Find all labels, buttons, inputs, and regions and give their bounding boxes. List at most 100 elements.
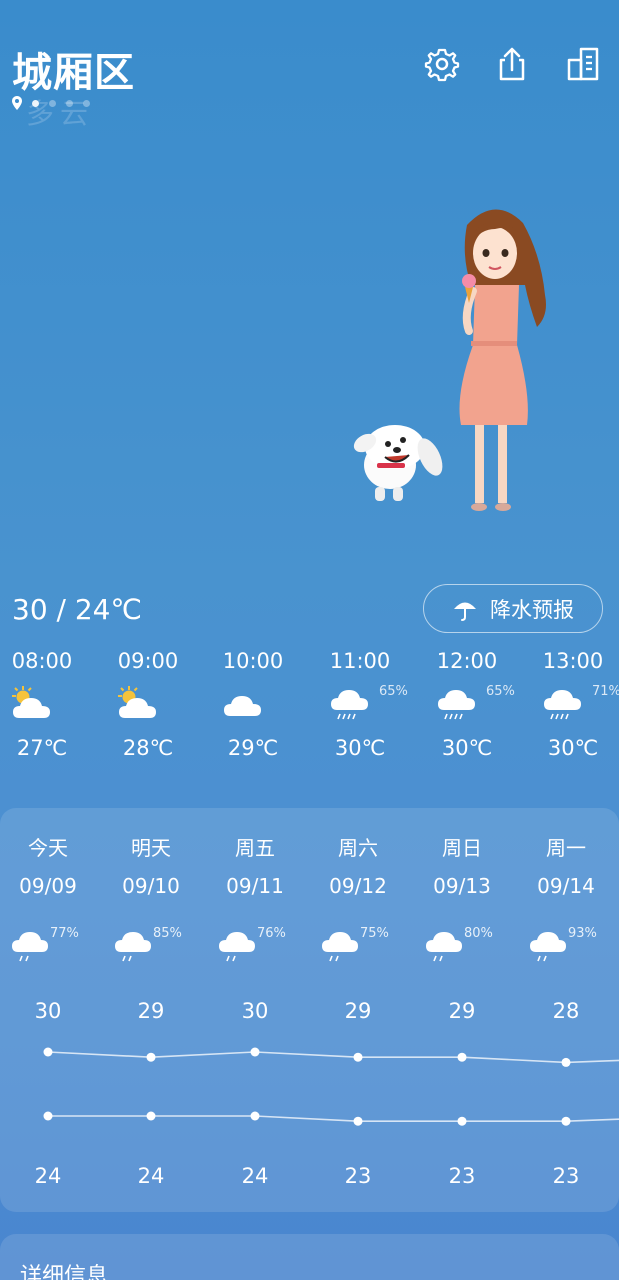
day-precip-pct: 76%: [257, 926, 286, 941]
hour-time: 12:00: [436, 649, 498, 673]
umbrella-icon: [454, 602, 476, 621]
low-temp-line: [48, 1115, 619, 1123]
day-date: 09/11: [226, 874, 284, 898]
hourly-item: 13:00 71% 30℃: [520, 646, 619, 760]
rain-icon: [219, 932, 255, 962]
hour-time: 11:00: [329, 649, 391, 673]
low-temp-point: [146, 1111, 156, 1121]
girl-and-dog-illustration-icon: [353, 209, 546, 511]
hour-precip-pct: 65%: [379, 684, 408, 699]
hour-temp: 27℃: [16, 736, 68, 760]
day-name: 周五: [235, 836, 275, 860]
low-temp-point: [250, 1111, 260, 1121]
detail-info-title: 详细信息: [20, 1264, 109, 1280]
hour-time: 09:00: [117, 649, 179, 673]
cloudy-icon: [224, 696, 261, 716]
today-temp-range: 30 / 24℃: [12, 593, 142, 626]
hourly-item: 12:00 65% 30℃: [414, 646, 520, 760]
high-temp-line: [47, 1051, 619, 1064]
hour-temp: 29℃: [227, 736, 279, 760]
location-indicator-row: [12, 96, 90, 110]
hourly-item: 10:00 29℃: [200, 646, 306, 760]
hour-temp: 30℃: [334, 736, 386, 760]
hour-temp: 30℃: [441, 736, 493, 760]
page-dot: [49, 99, 56, 107]
rain-icon: [544, 690, 581, 720]
day-name: 明天: [131, 836, 171, 860]
hour-time: 08:00: [11, 649, 73, 673]
share-button[interactable]: [492, 44, 532, 84]
day-name: 周六: [338, 836, 378, 860]
day-date: 09/10: [122, 874, 180, 898]
rain-icon: [331, 690, 368, 720]
day-low-temp: 24: [137, 1164, 165, 1188]
low-temp-point: [43, 1111, 53, 1121]
page-dot: [66, 99, 73, 107]
page-dot: [83, 99, 90, 107]
hourly-item: 09:00 28℃: [95, 646, 201, 760]
day-date: 09/09: [19, 874, 77, 898]
low-temp-point: [353, 1116, 363, 1126]
day-high-temp: 29: [448, 999, 476, 1023]
partly-sunny-icon: [12, 686, 50, 718]
day-low-temp: 24: [241, 1164, 269, 1188]
day-low-temp: 24: [34, 1164, 62, 1188]
hour-precip-pct: 71%: [592, 684, 619, 699]
high-temp-point: [561, 1057, 571, 1067]
partly-sunny-icon: [118, 686, 156, 718]
day-name: 今天: [28, 836, 68, 860]
hour-temp: 30℃: [547, 736, 599, 760]
day-high-temp: 29: [344, 999, 372, 1023]
day-high-temp: 30: [34, 999, 62, 1023]
day-precip-pct: 80%: [464, 926, 493, 941]
day-precip-pct: 77%: [50, 926, 79, 941]
page-dots: [32, 99, 90, 107]
day-high-temp: 28: [552, 999, 580, 1023]
location-pin-icon: [12, 96, 22, 110]
rain-icon: [12, 932, 48, 962]
buildings-icon: [567, 47, 599, 81]
hourly-item: 11:00 65% 30℃: [307, 646, 413, 760]
hour-temp: 28℃: [122, 736, 174, 760]
high-temp-point: [457, 1052, 467, 1062]
day-date: 09/12: [329, 874, 387, 898]
rain-icon: [322, 932, 358, 962]
day-high-temp: 29: [137, 999, 165, 1023]
gear-icon: [424, 48, 460, 82]
rain-forecast-button[interactable]: 降水预报: [423, 584, 603, 633]
day-precip-pct: 85%: [153, 926, 182, 941]
daily-forecast-card[interactable]: 今天 09/09 77% 30 24 明天 09/10 85% 29 24 周五 09/11 76% 30…: [0, 808, 619, 1212]
city-manage-button[interactable]: [563, 44, 603, 84]
rain-icon: [426, 932, 462, 962]
day-low-temp: 23: [552, 1164, 580, 1188]
hour-time: 10:00: [222, 649, 284, 673]
day-low-temp: 23: [344, 1164, 372, 1188]
rain-forecast-label: 降水预报: [490, 597, 574, 622]
hour-time: 13:00: [542, 649, 604, 673]
hourly-item: 08:00 27℃: [0, 646, 95, 760]
detail-info-card[interactable]: 详细信息: [0, 1234, 619, 1280]
hourly-forecast[interactable]: 08:00 27℃ 09:00 28℃ 10:00 29℃ 11:00 65% …: [0, 646, 619, 776]
day-precip-pct: 93%: [568, 926, 597, 941]
day-date: 09/13: [433, 874, 491, 898]
high-temp-point: [250, 1047, 260, 1057]
share-icon: [499, 47, 525, 81]
page-dot: [32, 99, 39, 107]
high-temp-point: [353, 1052, 363, 1062]
city-name[interactable]: 城厢区: [12, 40, 135, 98]
day-low-temp: 23: [448, 1164, 476, 1188]
rain-icon: [438, 690, 475, 720]
header: 城厢区 多云: [0, 0, 619, 140]
low-temp-point: [457, 1116, 467, 1126]
day-precip-pct: 75%: [360, 926, 389, 941]
rain-icon: [530, 932, 566, 962]
settings-button[interactable]: [422, 44, 462, 84]
high-temp-point: [146, 1052, 156, 1062]
day-name: 周日: [442, 836, 482, 860]
hour-precip-pct: 65%: [486, 684, 515, 699]
day-high-temp: 30: [241, 999, 269, 1023]
low-temp-point: [561, 1116, 571, 1126]
day-date: 09/14: [537, 874, 595, 898]
high-temp-point: [43, 1047, 53, 1057]
rain-icon: [115, 932, 151, 962]
